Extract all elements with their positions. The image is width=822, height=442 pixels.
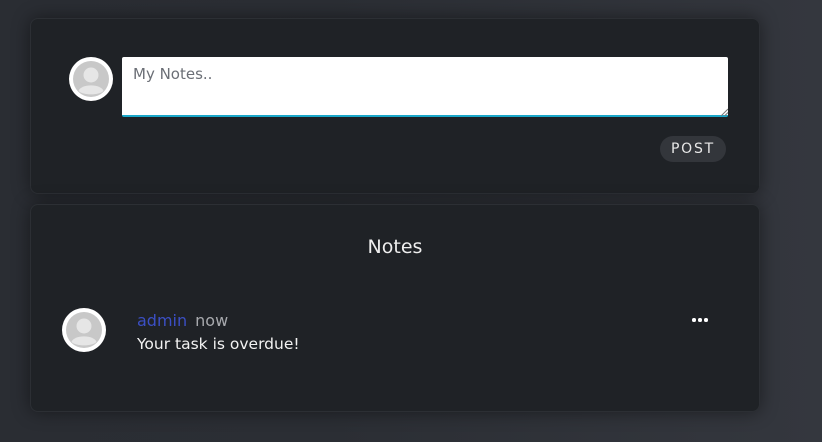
more-horizontal-icon[interactable] bbox=[689, 311, 711, 329]
user-avatar-icon bbox=[69, 57, 113, 101]
notes-card: Notes admin now Your task is overdue! bbox=[30, 204, 760, 412]
note-text: Your task is overdue! bbox=[137, 335, 300, 353]
note-author-link[interactable]: admin bbox=[137, 311, 187, 330]
user-avatar-icon bbox=[62, 308, 106, 352]
note-timestamp: now bbox=[195, 311, 229, 330]
note-meta: admin now bbox=[137, 311, 228, 330]
notes-heading: Notes bbox=[367, 236, 423, 258]
notes-textarea[interactable] bbox=[122, 57, 728, 117]
compose-card: POST bbox=[30, 18, 760, 194]
post-button[interactable]: POST bbox=[660, 136, 726, 162]
resize-grip-icon[interactable] bbox=[720, 108, 728, 116]
